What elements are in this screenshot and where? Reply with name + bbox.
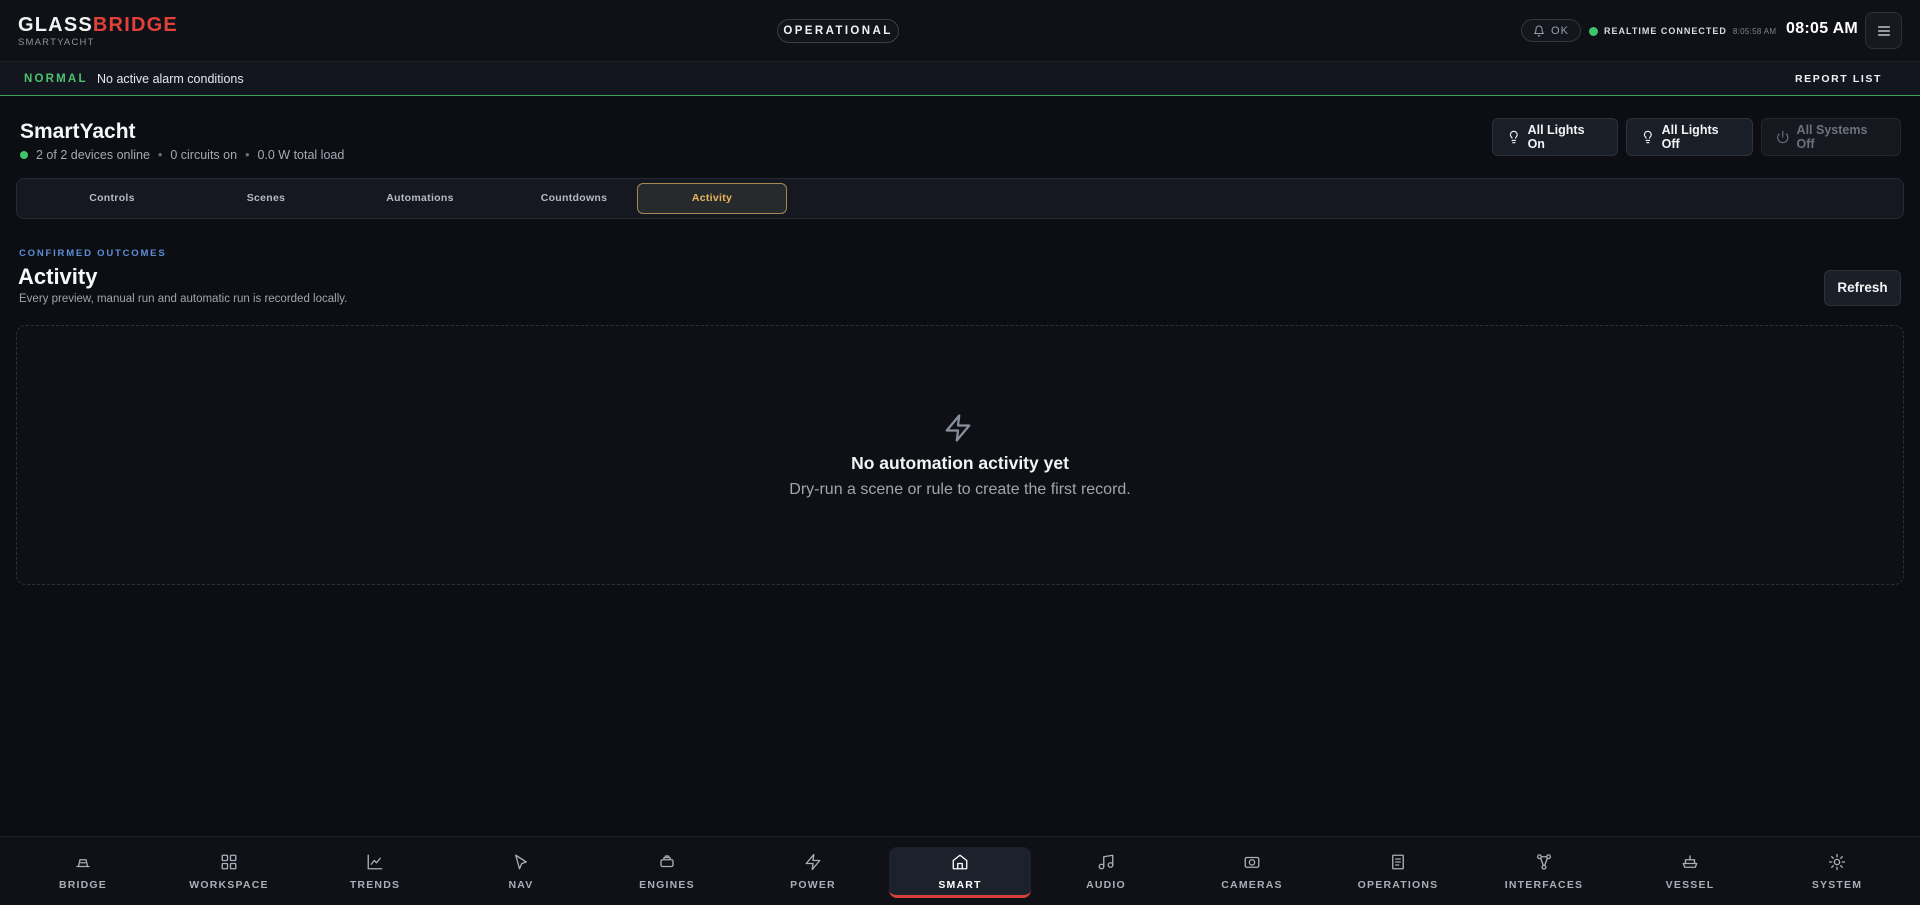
nav-label: WORKSPACE (189, 879, 269, 891)
section-description: Every preview, manual run and automatic … (19, 293, 348, 305)
tab-automations[interactable]: Automations (345, 183, 495, 214)
nav-engines[interactable]: ENGINES (596, 847, 738, 898)
section-title: Activity (18, 264, 98, 289)
nav-label: SMART (938, 879, 982, 891)
alarm-status-label: OK (1551, 24, 1569, 37)
ship-icon (1682, 855, 1698, 868)
menu-button[interactable] (1865, 12, 1902, 49)
network-icon (1536, 854, 1552, 870)
tab-activity[interactable]: Activity (637, 183, 787, 214)
lightbulb-icon (1643, 130, 1652, 144)
nav-cameras[interactable]: CAMERAS (1181, 847, 1323, 898)
nav-interfaces[interactable]: INTERFACES (1473, 847, 1615, 898)
nav-label: INTERFACES (1504, 879, 1584, 891)
tab-scenes[interactable]: Scenes (191, 183, 341, 214)
empty-state: No automation activity yet Dry-run a sce… (16, 325, 1904, 585)
nav-operations[interactable]: OPERATIONS (1327, 847, 1469, 898)
last-update-time: 8:05:58 AM (1732, 26, 1777, 36)
bell-icon (1534, 25, 1545, 36)
engine-icon (660, 855, 674, 868)
operational-mode-badge: OPERATIONAL (777, 19, 899, 43)
lightning-icon (945, 414, 971, 442)
brand-logo: GLASSBRIDGE SMARTYACHT (18, 14, 178, 48)
total-load: 0.0 W total load (257, 148, 345, 162)
grid-icon (221, 854, 237, 870)
nav-label: BRIDGE (58, 879, 108, 891)
empty-state-subtitle: Dry-run a scene or rule to create the fi… (789, 481, 1131, 498)
chart-icon (367, 854, 383, 870)
alarm-status-button[interactable]: OK (1521, 19, 1581, 42)
clock: 08:05 AM (1786, 20, 1859, 37)
nav-label: NAV (508, 879, 534, 891)
empty-state-title: No automation activity yet (851, 453, 1069, 473)
nav-smart[interactable]: SMART (889, 847, 1031, 898)
hamburger-icon (1877, 25, 1890, 36)
music-icon (1098, 854, 1114, 870)
top-bar: GLASSBRIDGE SMARTYACHT OPERATIONAL OK RE… (0, 0, 1920, 62)
nav-audio[interactable]: AUDIO (1035, 847, 1177, 898)
all-lights-off-button[interactable]: All Lights Off (1626, 118, 1753, 156)
nav-label: AUDIO (1086, 879, 1126, 891)
all-lights-on-button[interactable]: All Lights On (1492, 118, 1618, 156)
connection-dot (1589, 26, 1598, 36)
nav-bridge[interactable]: BRIDGE (12, 847, 154, 898)
all-systems-off-button[interactable]: All Systems Off (1761, 118, 1901, 156)
refresh-button[interactable]: Refresh (1824, 270, 1901, 306)
lightning-icon (805, 853, 821, 871)
report-list-button[interactable]: REPORT LIST (1795, 73, 1882, 85)
nav-label: TRENDS (349, 879, 401, 891)
device-summary: 2 of 2 devices online • 0 circuits on • … (20, 148, 344, 162)
all-systems-off-label: All Systems Off (1796, 123, 1868, 151)
alarm-level: NORMAL (24, 73, 88, 85)
helm-icon (76, 859, 90, 868)
page-title: SmartYacht (20, 120, 136, 143)
separator: • (157, 148, 163, 162)
tab-controls[interactable]: Controls (37, 183, 187, 214)
lightbulb-icon (1509, 130, 1518, 144)
bottom-navigation: BRIDGE WORKSPACE TRENDS NAV ENGINES POWE… (0, 836, 1920, 905)
tab-bar: Controls Scenes Automations Countdowns A… (16, 178, 1904, 219)
nav-label: SYSTEM (1811, 879, 1863, 891)
alarm-banner: NORMAL No active alarm conditions REPORT… (0, 62, 1920, 96)
document-icon (1392, 854, 1404, 870)
nav-label: POWER (790, 879, 836, 891)
section-eyebrow: CONFIRMED OUTCOMES (19, 248, 167, 259)
home-icon (952, 854, 968, 870)
devices-online: 2 of 2 devices online (36, 148, 150, 162)
connection-status: REALTIME CONNECTED 8:05:58 AM (1589, 24, 1776, 38)
nav-label: ENGINES (639, 879, 695, 891)
tab-countdowns[interactable]: Countdowns (499, 183, 649, 214)
camera-icon (1244, 856, 1260, 868)
nav-system[interactable]: SYSTEM (1766, 847, 1908, 898)
separator: • (245, 148, 250, 162)
nav-power[interactable]: POWER (742, 847, 884, 898)
nav-label: CAMERAS (1221, 879, 1283, 891)
connection-label: REALTIME CONNECTED (1604, 26, 1727, 36)
navigation-icon (515, 854, 527, 870)
power-icon (1777, 130, 1789, 144)
online-status-dot (20, 151, 28, 159)
brand-subtitle: SMARTYACHT (18, 37, 95, 48)
nav-nav[interactable]: NAV (450, 847, 592, 898)
circuits-on: 0 circuits on (170, 148, 238, 162)
nav-label: VESSEL (1665, 879, 1715, 891)
nav-label: OPERATIONS (1357, 879, 1439, 891)
nav-workspace[interactable]: WORKSPACE (158, 847, 300, 898)
nav-vessel[interactable]: VESSEL (1619, 847, 1761, 898)
alarm-message: No active alarm conditions (97, 72, 244, 86)
gear-icon (1828, 853, 1846, 871)
brand-name: GLASSBRIDGE (18, 14, 178, 36)
all-lights-on-label: All Lights On (1527, 123, 1585, 151)
all-lights-off-label: All Lights Off (1661, 123, 1719, 151)
nav-trends[interactable]: TRENDS (304, 847, 446, 898)
